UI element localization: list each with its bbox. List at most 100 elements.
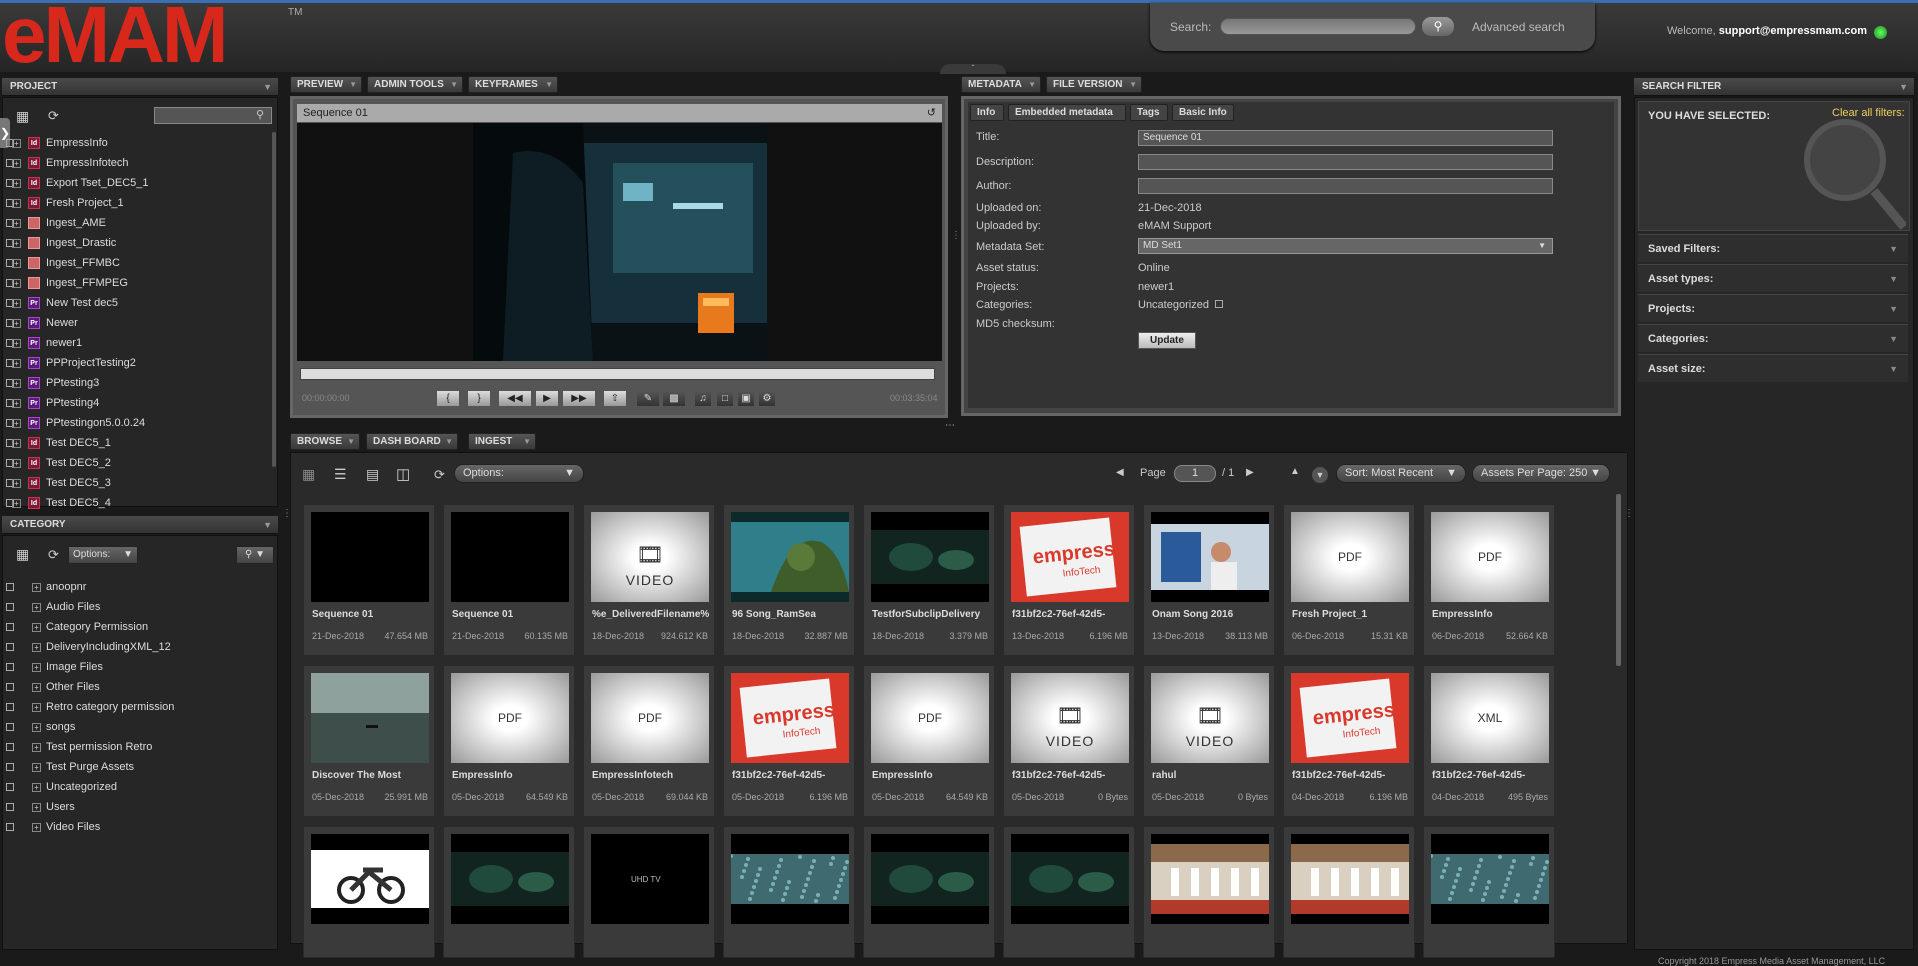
asset-name[interactable]: EmpressInfotech [592,770,710,781]
project-item[interactable]: + Pr newer1 [0,333,82,353]
rewind-button[interactable]: ◀◀ [498,390,532,407]
title-field[interactable]: Sequence 01 [1138,130,1553,146]
refresh-icon[interactable]: ⟳ [48,108,64,124]
category-item[interactable]: + Test permission Retro [0,737,152,757]
next-page-button[interactable]: ▶ [1246,467,1254,478]
expand-icon[interactable]: + [32,583,41,592]
sort-dropdown[interactable]: Sort: Most Recent ▼ [1336,464,1466,483]
asset-card[interactable]: PDF EmpressInfo 06-Dec-2018 52.664 KB [1423,504,1555,656]
project-scrollbar[interactable] [272,132,276,467]
category-item[interactable]: + Image Files [0,657,103,677]
asset-name[interactable]: rahul [1152,770,1270,781]
project-item[interactable]: + Ingest_FFMPEG [0,273,128,293]
asset-card[interactable]: 96 Song_RamSea 18-Dec-2018 32.887 MB [723,504,855,656]
asset-card[interactable]: PDF EmpressInfo 05-Dec-2018 64.549 KB [443,665,575,817]
list-view-icon[interactable]: ☰ [334,466,347,483]
tab-ingest[interactable]: INGEST ▼ [468,433,536,450]
expand-icon[interactable]: + [12,139,21,148]
asset-name[interactable]: 96 Song_RamSea [732,609,850,620]
expand-icon[interactable]: + [12,319,21,328]
expand-icon[interactable]: + [32,663,41,672]
project-search-input[interactable] [154,107,272,124]
expand-icon[interactable]: + [12,379,21,388]
play-button[interactable]: ▶ [535,390,559,407]
category-item[interactable]: + songs [0,717,75,737]
advanced-search-link[interactable]: Advanced search [1472,20,1565,34]
tab-admin-tools[interactable]: ADMIN TOOLS ▼ [367,76,463,93]
filter-section[interactable]: Asset types: ▼ [1638,264,1908,292]
asset-card[interactable]: Discover The Most 05-Dec-2018 25.991 MB [303,665,435,817]
project-item[interactable]: + Pr PPProjectTesting2 [0,353,136,373]
popout-icon[interactable]: ↺ [927,104,936,122]
page-input[interactable]: 1 [1174,465,1216,482]
open-link-icon[interactable] [6,663,14,672]
asset-thumbnail[interactable]: PDF [1431,512,1549,602]
asset-thumbnail[interactable]: empress InfoTech [1291,673,1409,763]
tab-preview[interactable]: PREVIEW ▼ [290,76,362,93]
emam-logo[interactable]: eMAM [2,0,229,75]
asset-thumbnail[interactable] [871,834,989,924]
open-link-icon[interactable] [6,623,14,632]
asset-name[interactable]: EmpressInfo [1432,609,1550,620]
asset-thumbnail[interactable]: PDF [451,673,569,763]
chevron-down-icon[interactable]: ▼ [263,78,272,96]
open-link-icon[interactable] [6,803,14,812]
collapse-header-handle[interactable]: ˆ [940,64,1006,74]
expand-icon[interactable]: + [32,703,41,712]
timeline-scrubber[interactable] [300,368,935,380]
search-button[interactable]: ⚲ [1422,17,1454,36]
open-link-icon[interactable] [6,643,14,652]
assets-per-page-dropdown[interactable]: Assets Per Page: 250 ▼ [1472,464,1610,483]
expand-icon[interactable]: + [12,339,21,348]
asset-thumbnail[interactable]: PDF [591,673,709,763]
grid-view-icon[interactable]: ▦ [302,466,315,483]
search-filter-header[interactable]: SEARCH FILTER ▼ [1634,78,1914,96]
tab-browse[interactable]: BROWSE ▼ [290,433,360,450]
author-field[interactable] [1138,178,1553,194]
open-link-icon[interactable] [6,683,14,692]
expand-icon[interactable]: + [12,399,21,408]
expand-icon[interactable]: + [12,279,21,288]
asset-card[interactable] [1283,826,1415,958]
project-item[interactable]: + Ingest_Drastic [0,233,116,253]
filmstrip-view-icon[interactable]: ▤ [366,466,379,483]
asset-card[interactable]: UHD TV [583,826,715,958]
expand-icon[interactable]: + [32,823,41,832]
asset-card[interactable]: TestforSubclipDelivery 18-Dec-2018 3.379 M… [863,504,995,656]
asset-card[interactable]: PDF EmpressInfo 05-Dec-2018 64.549 KB [863,665,995,817]
category-item[interactable]: + Audio Files [0,597,100,617]
expand-icon[interactable]: + [12,239,21,248]
open-link-icon[interactable] [6,603,14,612]
metadata-set-select[interactable]: MD Set1 ▼ [1138,238,1553,254]
expand-icon[interactable]: + [32,683,41,692]
prev-page-button[interactable]: ◀ [1116,467,1124,478]
sort-descending-icon[interactable]: ▼ [1312,467,1328,483]
project-item[interactable]: + Pr Newer [0,313,78,333]
subtab-embedded-metadata[interactable]: Embedded metadata [1008,104,1126,121]
grid-view-icon[interactable]: ▦ [16,546,29,563]
expand-icon[interactable]: + [32,763,41,772]
description-field[interactable] [1138,154,1553,170]
sort-ascending-icon[interactable]: ▲ [1290,466,1300,477]
search-icon[interactable]: ⚲ [256,108,264,121]
project-item[interactable]: + Pr PPtesting3 [0,373,99,393]
expand-icon[interactable]: + [12,159,21,168]
project-item[interactable]: + Id Test DEC5_3 [0,473,111,493]
open-link-icon[interactable] [6,783,14,792]
open-link-icon[interactable] [6,703,14,712]
asset-thumbnail[interactable]: UHD TV [591,834,709,924]
project-item[interactable]: + Ingest_AME [0,213,106,233]
annotate-button[interactable]: ✎ [636,390,660,407]
project-item[interactable]: + Ingest_FFMBC [0,253,120,273]
category-item[interactable]: + Uncategorized [0,777,117,797]
mark-out-button[interactable]: } [467,390,491,407]
expand-icon[interactable]: + [12,479,21,488]
asset-card[interactable] [303,826,435,958]
expand-icon[interactable]: + [32,603,41,612]
asset-thumbnail[interactable] [1291,834,1409,924]
open-link-icon[interactable] [6,763,14,772]
asset-card[interactable]: 🎞 VIDEO %e_DeliveredFilename% 18-Dec-2018 92… [583,504,715,656]
horizontal-splitter[interactable]: ⋯ [945,420,955,431]
expand-icon[interactable]: + [32,743,41,752]
asset-card[interactable]: empress InfoTech f31bf2c2-76ef-42d5- 04-Dec… [1283,665,1415,817]
